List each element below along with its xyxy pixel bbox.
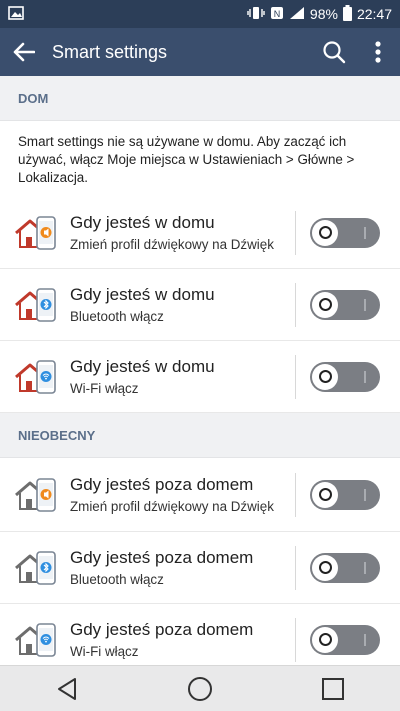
setting-row[interactable]: Gdy jesteś w domu Zmień profil dźwiękowy… [0, 197, 400, 269]
nav-back-button[interactable] [37, 666, 97, 711]
setting-row[interactable]: Gdy jesteś poza domem Zmień profil dźwię… [0, 458, 400, 532]
signal-icon [289, 6, 305, 23]
battery-icon [342, 4, 352, 24]
app-bar: Smart settings [0, 28, 400, 76]
row-title: Gdy jesteś w domu [70, 284, 215, 304]
row-title: Gdy jesteś w domu [70, 212, 215, 232]
row-subtitle: Wi-Fi włącz [70, 643, 139, 659]
setting-row[interactable]: Gdy jesteś w domu Bluetooth włącz [0, 269, 400, 341]
row-subtitle: Zmień profil dźwiękowy na Dźwięk [70, 498, 274, 514]
divider [295, 210, 296, 255]
setting-row[interactable]: Gdy jesteś w domu Wi-Fi włącz [0, 341, 400, 413]
home-wifi-icon [15, 359, 56, 394]
toggle-switch[interactable] [310, 479, 380, 510]
toggle-switch[interactable] [310, 624, 380, 655]
divider [295, 472, 296, 517]
toggle-switch[interactable] [310, 217, 380, 248]
vibrate-icon [247, 6, 265, 23]
away-wifi-icon [15, 622, 56, 657]
divider [295, 282, 296, 327]
search-button[interactable] [312, 28, 356, 76]
square-recents-icon [322, 677, 345, 700]
divider [295, 354, 296, 399]
section-header-home: DOM [0, 76, 400, 121]
settings-list[interactable]: DOM Smart settings nie są używane w domu… [0, 76, 400, 665]
row-subtitle: Wi-Fi włącz [70, 380, 139, 396]
row-subtitle: Zmień profil dźwiękowy na Dźwięk [70, 236, 274, 252]
row-title: Gdy jesteś poza domem [70, 474, 254, 494]
navigation-bar [0, 665, 400, 711]
back-button[interactable] [0, 28, 48, 76]
triangle-back-icon [57, 677, 76, 700]
row-title: Gdy jesteś poza domem [70, 619, 254, 639]
search-icon [323, 41, 346, 64]
nav-home-button[interactable] [170, 666, 230, 711]
image-notification-icon [8, 5, 24, 23]
more-options-button[interactable] [356, 28, 400, 76]
setting-row[interactable]: Gdy jesteś poza domem Wi-Fi włącz [0, 604, 400, 665]
back-arrow-icon [13, 42, 35, 62]
setting-row[interactable]: Gdy jesteś poza domem Bluetooth włącz [0, 532, 400, 604]
home-sound-icon [15, 215, 56, 250]
circle-home-icon [187, 676, 212, 701]
toggle-switch[interactable] [310, 552, 380, 583]
away-bluetooth-icon [15, 550, 56, 585]
toggle-switch[interactable] [310, 361, 380, 392]
home-bluetooth-icon [15, 287, 56, 322]
row-title: Gdy jesteś w domu [70, 356, 215, 376]
toggle-switch[interactable] [310, 289, 380, 320]
away-sound-icon [15, 477, 56, 512]
status-bar: N 98% 22:47 [0, 0, 400, 28]
divider [295, 545, 296, 590]
section-header-away: NIEOBECNY [0, 413, 400, 458]
svg-text:N: N [274, 9, 281, 19]
divider [295, 617, 296, 662]
clock: 22:47 [356, 6, 392, 22]
info-text: Smart settings nie są używane w domu. Ab… [18, 134, 355, 185]
more-vert-icon [375, 41, 381, 63]
row-subtitle: Bluetooth włącz [70, 308, 164, 324]
page-title: Smart settings [52, 41, 168, 62]
nfc-icon: N [270, 6, 284, 23]
battery-percent: 98% [309, 6, 338, 22]
row-subtitle: Bluetooth włącz [70, 571, 164, 587]
nav-recents-button[interactable] [303, 666, 363, 711]
row-title: Gdy jesteś poza domem [70, 547, 254, 567]
